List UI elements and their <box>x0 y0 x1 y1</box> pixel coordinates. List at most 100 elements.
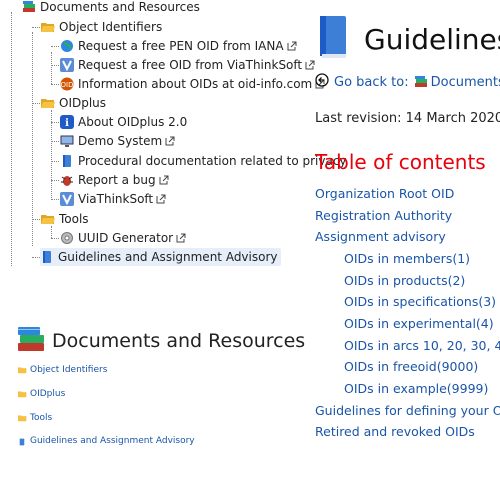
tree-item-label: Demo System <box>78 134 163 148</box>
toc-link[interactable]: Organization Root OID <box>315 186 454 201</box>
tree-folder-label: Object Identifiers <box>59 20 163 34</box>
tree-connector <box>32 219 40 220</box>
tree-item-demo-system[interactable]: Demo System <box>60 132 175 150</box>
toc-link[interactable]: Registration Authority <box>315 208 452 223</box>
bug-icon <box>60 173 74 187</box>
doc-link-object-identifiers[interactable]: Object Identifiers <box>18 365 107 375</box>
toc-link[interactable]: OIDs in example(9999) <box>344 381 488 396</box>
documents-panel-title: Documents and Resources <box>16 324 305 358</box>
tree-item-label: Guidelines and Assignment Advisory <box>58 250 278 264</box>
tree-item-label: Information about OIDs at oid-info.com <box>78 77 313 91</box>
open-folder-icon <box>41 212 55 226</box>
documents-title-text: Documents and Resources <box>52 330 306 352</box>
svg-text:i: i <box>65 118 69 129</box>
open-folder-icon <box>41 96 55 110</box>
tree-folder-oidplus[interactable]: OIDplus <box>41 94 106 112</box>
go-back-target: Documents and Resources <box>430 74 500 90</box>
document-icon <box>40 250 54 264</box>
tree-connector <box>11 12 12 266</box>
toc-link[interactable]: Guidelines for defining your OIDs <box>315 403 500 418</box>
tree-connector <box>51 110 52 200</box>
guidelines-title: Guidelines and Assignment Advisory <box>316 14 500 64</box>
tree-connector <box>32 257 40 258</box>
tree-folder-object-identifiers[interactable]: Object Identifiers <box>41 18 162 36</box>
books-icon <box>414 75 428 89</box>
svg-text:OID: OID <box>61 81 74 89</box>
tree-item-label: UUID Generator <box>78 231 174 245</box>
viathinksoft-logo-icon <box>60 58 74 72</box>
external-link-icon <box>165 136 175 146</box>
tree-item-uuid-generator[interactable]: UUID Generator <box>60 229 186 247</box>
tree-connector <box>51 65 59 66</box>
books-icon <box>16 324 46 358</box>
books-icon <box>22 0 36 14</box>
guidelines-panel: Guidelines and Assignment Advisory Go ba… <box>300 0 500 500</box>
tree-item-guidelines-selected[interactable]: Guidelines and Assignment Advisory <box>40 248 281 266</box>
gear-icon <box>60 231 74 245</box>
doc-link-label: OIDplus <box>30 389 66 399</box>
tree-connector <box>51 141 59 142</box>
doc-link-guidelines[interactable]: Guidelines and Assignment Advisory <box>18 436 195 446</box>
toc-link[interactable]: OIDs in arcs 10, 20, 30, 40, 50, 60, 70,… <box>344 338 500 353</box>
info-icon: i <box>60 115 74 129</box>
document-icon <box>18 437 27 446</box>
toc-link[interactable]: OIDs in members(1) <box>344 251 470 266</box>
tree-connector <box>51 46 59 47</box>
book-icon <box>316 14 350 64</box>
tree-connector <box>51 122 59 123</box>
go-back-link[interactable]: Go back to: Documents and Resources <box>315 73 500 91</box>
tree-item-label: About OIDplus 2.0 <box>78 115 188 129</box>
toc-link[interactable]: OIDs in experimental(4) <box>344 316 494 331</box>
tree-connector <box>32 32 33 246</box>
tree-connector <box>32 103 40 104</box>
tree-item-iana-pen[interactable]: Request a free PEN OID from IANA <box>60 37 297 55</box>
tree-item-label: Report a bug <box>78 173 156 187</box>
toc-link[interactable]: OIDs in specifications(3) <box>344 294 496 309</box>
oid-info-icon: OID <box>60 77 74 91</box>
tree-item-label: Request a free PEN OID from IANA <box>78 39 284 53</box>
guidelines-title-text: Guidelines and Assignment Advisory <box>364 22 500 56</box>
tree-item-oid-info[interactable]: OID Information about OIDs at oid-info.c… <box>60 75 325 93</box>
viathinksoft-logo-icon <box>60 192 74 206</box>
last-revision: Last revision: 14 March 2020 <box>315 111 500 126</box>
navigation-tree: Documents and Resources Object Identifie… <box>0 0 347 272</box>
toc-link[interactable]: Retired and revoked OIDs <box>315 424 475 439</box>
external-link-icon <box>156 194 166 204</box>
tree-folder-label: OIDplus <box>59 96 107 110</box>
toc-heading: Table of contents <box>315 150 486 174</box>
tree-root-label: Documents and Resources <box>40 0 200 14</box>
folder-icon <box>18 414 27 423</box>
tree-connector <box>32 27 40 28</box>
toc-link[interactable]: OIDs in products(2) <box>344 273 465 288</box>
tree-item-label: Request a free OID from ViaThinkSoft <box>78 58 303 72</box>
tree-root[interactable]: Documents and Resources <box>22 0 200 16</box>
back-arrow-icon <box>315 73 329 91</box>
tree-item-label: ViaThinkSoft <box>78 192 154 206</box>
tree-connector <box>51 238 59 239</box>
tree-item-viathinksoft-oid[interactable]: Request a free OID from ViaThinkSoft <box>60 56 315 74</box>
tree-folder-tools[interactable]: Tools <box>41 210 89 228</box>
tree-connector <box>51 180 59 181</box>
external-link-icon <box>159 175 169 185</box>
doc-link-label: Tools <box>30 413 53 423</box>
doc-link-label: Guidelines and Assignment Advisory <box>30 436 195 446</box>
toc-link[interactable]: OIDs in freeoid(9000) <box>344 359 478 374</box>
tree-item-report-bug[interactable]: Report a bug <box>60 171 169 189</box>
toc-link[interactable]: Assignment advisory <box>315 229 446 244</box>
doc-link-label: Object Identifiers <box>30 365 108 375</box>
folder-icon <box>18 366 27 375</box>
tree-connector <box>51 161 59 162</box>
tree-connector <box>51 199 59 200</box>
doc-link-tools[interactable]: Tools <box>18 413 52 423</box>
tree-folder-label: Tools <box>59 212 89 226</box>
open-folder-icon <box>41 20 55 34</box>
tree-item-viathinksoft[interactable]: ViaThinkSoft <box>60 190 166 208</box>
tree-item-about-oidplus[interactable]: i About OIDplus 2.0 <box>60 113 187 131</box>
folder-icon <box>18 390 27 399</box>
doc-link-oidplus[interactable]: OIDplus <box>18 389 65 399</box>
external-link-icon <box>176 233 186 243</box>
monitor-icon <box>60 134 74 148</box>
external-link-icon <box>287 41 297 51</box>
globe-icon <box>60 39 74 53</box>
go-back-prefix: Go back to: <box>334 74 409 90</box>
